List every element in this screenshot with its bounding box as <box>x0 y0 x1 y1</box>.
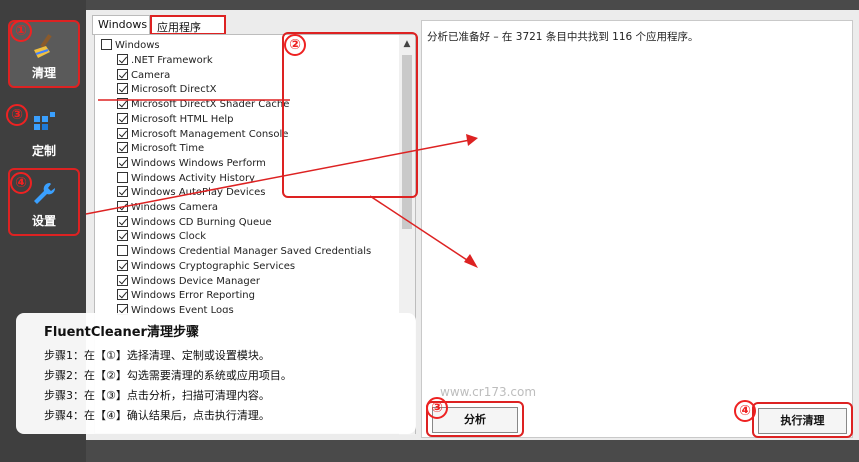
step-badge: ④ <box>734 400 756 422</box>
execute-clean-button[interactable]: 执行清理 <box>758 408 847 434</box>
instructions-overlay: FluentCleaner清理步骤 步骤1：在【①】选择清理、定制或设置模块。 … <box>16 313 416 434</box>
arrow-head <box>464 254 478 268</box>
arrow-line <box>369 195 471 263</box>
overlay-step: 步骤3：在【③】点击分析，扫描可清理内容。 <box>44 389 270 402</box>
arrow-head <box>466 134 478 146</box>
overlay-title: FluentCleaner清理步骤 <box>44 325 199 340</box>
step-badge: ③ <box>426 397 448 419</box>
watermark: www.cr173.com <box>440 385 537 399</box>
overlay-step: 步骤4：在【④】确认结果后，点击执行清理。 <box>44 409 270 422</box>
overlay-step: 步骤2：在【②】勾选需要清理的系统或应用项目。 <box>44 369 292 382</box>
arrow-line <box>85 139 471 215</box>
overlay-step: 步骤1：在【①】选择清理、定制或设置模块。 <box>44 349 270 362</box>
